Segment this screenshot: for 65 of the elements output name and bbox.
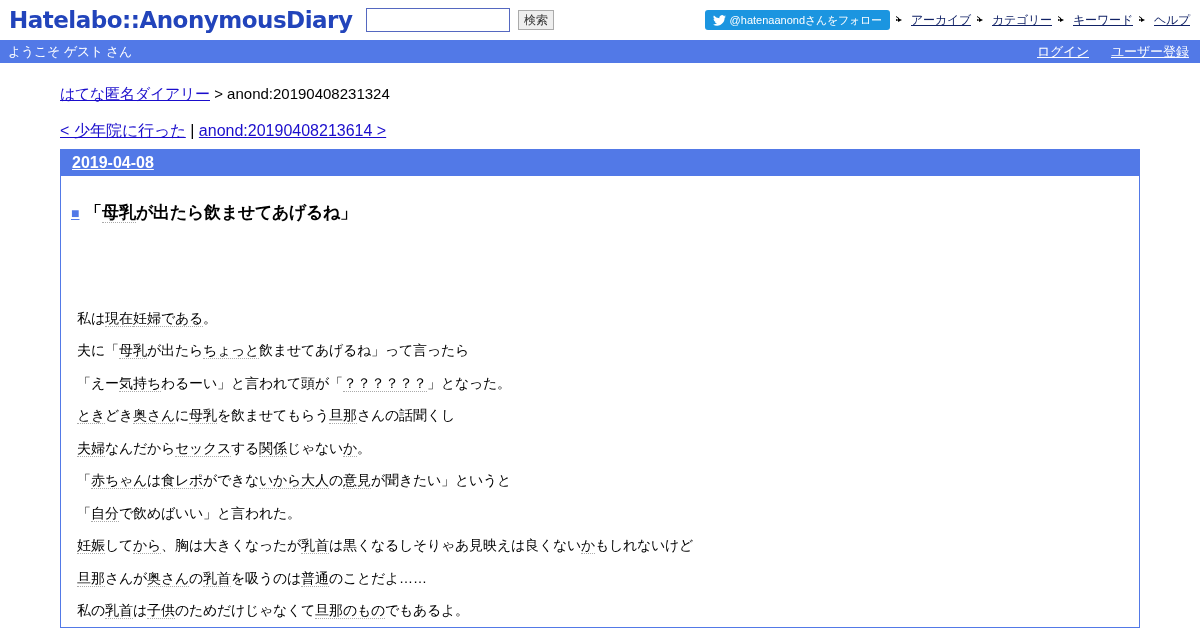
nav-link[interactable]: カテゴリー [992,11,1052,29]
keyword-link[interactable]: 自分 [91,504,119,522]
account-link[interactable]: ユーザー登録 [1111,43,1189,59]
keyword-link[interactable]: 普通 [301,569,329,587]
keyword-link[interactable]: 意見 [343,472,371,489]
welcome-text: ようこそ ゲスト さん [8,42,133,61]
search-button[interactable]: 検索 [518,10,555,30]
paragraph: 夫に「母乳が出たら ちょっと飲ませてあげるね」って言ったら [77,341,470,361]
keyword-link[interactable]: 旦那 [329,407,357,424]
paragraph: 「赤ちゃんは食レポができないから 大人の意見が聞きたい」というと [77,471,512,491]
bird-icon [712,14,726,26]
keyword-link[interactable]: 大人 [301,472,329,489]
keyword-link[interactable]: ？？？？？？ [343,374,427,392]
keyword-link[interactable]: ちょっと [203,342,259,359]
breadcrumb-current: > anond:20190408231324 [214,85,390,102]
keyword-link[interactable]: 関係 [259,439,287,457]
paragraph: 夫婦なんだから セックスする関係じゃないか。 [77,438,372,459]
keyword-link[interactable]: 夫婦 [77,439,105,457]
keyword-link[interactable]: 食レポ [161,472,203,489]
search-field[interactable] [366,8,511,32]
keyword-link[interactable]: 奥さん [133,407,175,424]
keyword-link[interactable]: 赤ちゃん [91,472,147,489]
chevron-icon [977,16,983,24]
paragraph: 「えー気持ちわるーい」と言われて頭が「？？？？？？」となった。 [77,373,512,394]
keyword-link[interactable]: とき [77,407,105,424]
site-logo[interactable]: Hatelabo::AnonymousDiary [9,2,353,38]
paragraph: 旦那 さんが奥さんの乳首を吸うのは普通のことだよ…… [77,568,428,589]
keyword-link[interactable]: か [581,537,595,554]
nav-link[interactable]: アーカイブ [911,11,971,29]
keyword-link[interactable]: 旦那 [77,569,105,587]
breadcrumb-link[interactable]: はてな匿名ダイアリー [60,85,210,102]
paragraph: 「自分で飲めばいい」と言われた。 [77,503,302,524]
chevron-icon [1139,16,1145,24]
date-link[interactable]: 2019-04-08 [72,150,154,175]
keyword-link[interactable]: か [343,439,357,457]
keyword-link[interactable]: いから [259,472,301,489]
paragraph: 私は現在妊婦である。 [77,308,218,329]
previous-entry-link[interactable]: < 少年院に行った [60,121,186,139]
paragraph: 私の乳首は子供のためだけじゃなくて旦那のものでもあるよ。 [77,601,470,621]
nav-link[interactable]: ヘルプ [1154,11,1190,29]
entry-title: 「母乳が出たら飲ませてあげるね」 [85,202,358,222]
keyword-link[interactable]: 乳首 [203,569,231,587]
separator: | [190,121,195,139]
chevron-icon [896,16,902,24]
paragraph: 妊娠してから、胸は大きくなったが乳首は黒くなるしそりゃあ見映えは良くないかもしれないけど [77,536,694,556]
keyword-link[interactable]: 母乳 [189,407,217,424]
nav-link[interactable]: キーワード [1073,11,1133,29]
keyword-link[interactable]: 気持ち [119,374,161,392]
keyword-link[interactable]: 奥さん [147,569,189,587]
entry-permalink[interactable]: ■ [71,204,80,221]
keyword-link[interactable]: 現在 [105,309,133,327]
keyword-link[interactable]: 妊婦である [133,309,203,327]
next-entry-link[interactable]: anond:20190408213614 > [198,121,387,139]
keyword-link[interactable]: 母乳 [119,342,147,359]
keyword-link[interactable]: 妊娠 [77,537,105,554]
keyword-link[interactable]: 乳首 [105,602,133,619]
keyword-link[interactable]: 乳首 [301,537,329,554]
keyword-link[interactable]: 旦那のもの [315,602,385,619]
account-link[interactable]: ログイン [1037,43,1089,59]
keyword-link[interactable]: 子供 [147,602,175,619]
keyword-link[interactable]: 母乳 [102,202,137,223]
paragraph: とき どき奥さんに母乳を飲ませてもらう旦那 さんの話聞くし [77,406,456,426]
keyword-link[interactable]: セックス [175,439,231,457]
chevron-icon [1058,16,1064,24]
keyword-link[interactable]: から [133,537,161,554]
